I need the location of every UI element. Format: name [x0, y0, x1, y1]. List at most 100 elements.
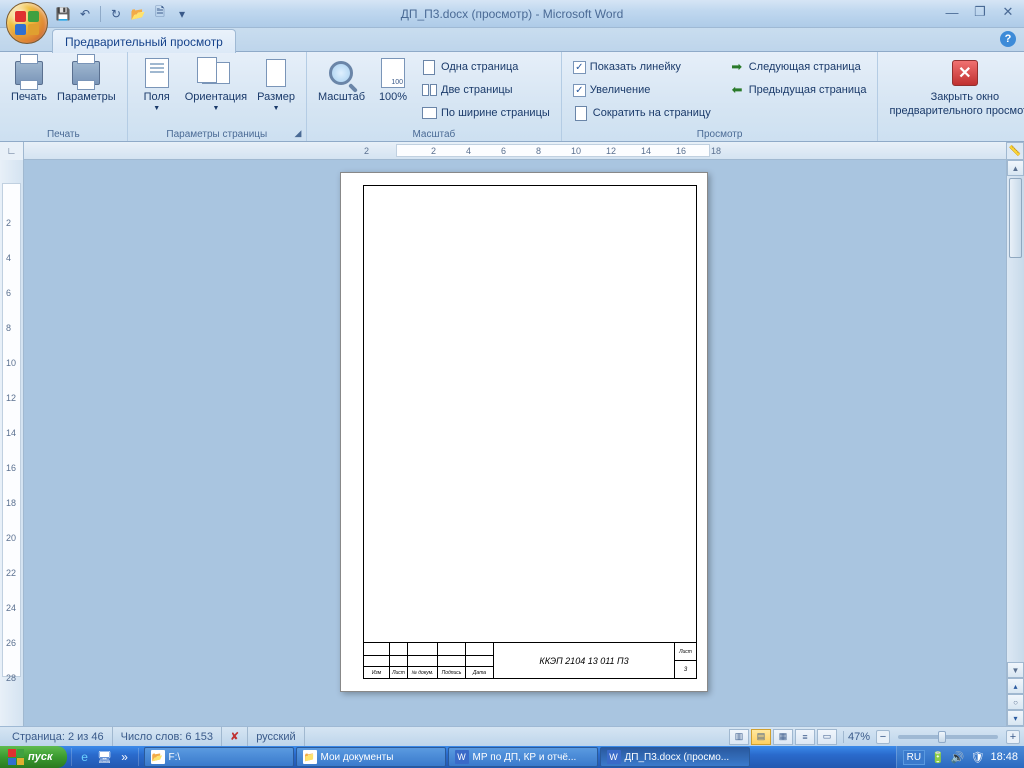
office-button[interactable]: [6, 2, 48, 44]
system-tray: RU 🔋 🔊 🛡 18:48: [896, 746, 1024, 768]
close-icon: ✕: [949, 57, 981, 89]
prev-page-nav-icon[interactable]: ▴: [1007, 678, 1024, 694]
scroll-down-button[interactable]: ▼: [1007, 662, 1024, 678]
two-pages-button[interactable]: Две страницы: [416, 79, 555, 101]
clock[interactable]: 18:48: [990, 751, 1018, 763]
zoom-button[interactable]: Масштаб: [313, 54, 370, 124]
taskbar-item[interactable]: 📂F:\: [144, 747, 294, 767]
group-close: ✕ Закрыть окно предварительного просмотр…: [878, 52, 1024, 141]
view-draft-button[interactable]: ▭: [817, 729, 837, 745]
orientation-button[interactable]: Ориентация ▼: [180, 54, 252, 124]
task-icon: 📁: [303, 750, 317, 764]
qat-customize-icon[interactable]: ▾: [173, 5, 191, 23]
show-ruler-checkbox[interactable]: ✓ Показать линейку: [568, 56, 716, 78]
status-language[interactable]: русский: [248, 727, 304, 746]
zoom-slider-thumb[interactable]: [938, 731, 946, 743]
tray-volume-icon[interactable]: 🔊: [951, 751, 965, 764]
dialog-launcher-icon[interactable]: ◢: [292, 127, 304, 139]
shrink-one-page-button[interactable]: Сократить на страницу: [568, 102, 716, 124]
close-button[interactable]: ✕: [998, 4, 1018, 20]
stamp-cell: Подпись: [438, 666, 466, 678]
minimize-button[interactable]: —: [942, 4, 962, 20]
start-button[interactable]: пуск: [0, 746, 67, 768]
scroll-thumb[interactable]: [1009, 178, 1022, 258]
qat-save-icon[interactable]: 💾: [54, 5, 72, 23]
tray-shield-icon[interactable]: 🛡: [971, 751, 985, 764]
two-pages-icon: [421, 82, 437, 98]
chevron-down-icon: ▼: [212, 105, 219, 112]
size-button[interactable]: Размер ▼: [252, 54, 300, 124]
prev-page-button[interactable]: ➡ Предыдущая страница: [724, 79, 872, 101]
close-label-1: Закрыть окно: [931, 91, 1000, 103]
one-page-icon: [421, 59, 437, 75]
qat-undo-icon[interactable]: ↶: [76, 5, 94, 23]
group-page-setup: Поля ▼ Ориентация ▼ Размер ▼ Параметры с…: [128, 52, 307, 141]
ql-desktop-icon[interactable]: 🖥: [96, 748, 114, 766]
scroll-up-button[interactable]: ▲: [1007, 160, 1024, 176]
status-proofing[interactable]: ✘: [222, 727, 248, 746]
ruler-tick: 12: [606, 146, 616, 156]
restore-button[interactable]: ❐: [970, 4, 990, 20]
vertical-scrollbar[interactable]: ▲ ▼ ▴ ○ ▾: [1006, 160, 1024, 726]
checkbox-checked-icon: ✓: [573, 61, 586, 74]
ruler-tick: 18: [711, 146, 721, 156]
ruler-tick: 16: [6, 463, 16, 473]
tab-selector[interactable]: ∟: [0, 142, 24, 160]
close-preview-button[interactable]: ✕ Закрыть окно предварительного просмотр…: [884, 54, 1024, 124]
ruler-toggle-button[interactable]: 📏: [1006, 142, 1024, 160]
printer-icon: [13, 57, 45, 89]
one-page-button[interactable]: Одна страница: [416, 56, 555, 78]
zoom-out-button[interactable]: −: [876, 730, 890, 744]
zoom-percent[interactable]: 47%: [843, 731, 874, 743]
qat-redo-icon[interactable]: ↻: [107, 5, 125, 23]
ruler-tick: 8: [536, 146, 541, 156]
horizontal-ruler[interactable]: 224681012141618: [24, 142, 1006, 159]
zoom-slider[interactable]: [898, 735, 998, 739]
task-icon: W: [607, 750, 621, 764]
page-width-icon: [421, 105, 437, 121]
language-indicator[interactable]: RU: [903, 750, 925, 765]
zoom-100-button[interactable]: 100 100%: [370, 54, 416, 124]
view-outline-button[interactable]: ≡: [795, 729, 815, 745]
title-bar: 💾 ↶ ↻ 📂 🗎 ▾ ДП_П3.docx (просмотр) - Micr…: [0, 0, 1024, 28]
status-words[interactable]: Число слов: 6 153: [113, 727, 222, 746]
tray-network-icon[interactable]: 🔋: [931, 751, 945, 764]
qat-open-icon[interactable]: 📂: [129, 5, 147, 23]
next-page-button[interactable]: ➡ Следующая страница: [724, 56, 872, 78]
view-print-layout-button[interactable]: ▥: [729, 729, 749, 745]
taskbar-item[interactable]: WМР по ДП, КР и отчё...: [448, 747, 598, 767]
page-width-button[interactable]: По ширине страницы: [416, 102, 555, 124]
vertical-ruler[interactable]: 246810121416182022242628: [0, 160, 24, 726]
page-canvas[interactable]: Изм Лист № докум. Подпись Дата ККЭП 2104…: [24, 160, 1006, 726]
print-button[interactable]: Печать: [6, 54, 52, 124]
ruler-tick: 2: [6, 218, 11, 228]
printer-gear-icon: [70, 57, 102, 89]
print-options-button[interactable]: Параметры: [52, 54, 121, 124]
ruler-tick: 22: [6, 568, 16, 578]
margins-label: Поля: [144, 91, 170, 103]
taskbar-item[interactable]: 📁Мои документы: [296, 747, 446, 767]
qat-new-icon[interactable]: 🗎: [151, 5, 169, 23]
margins-button[interactable]: Поля ▼: [134, 54, 180, 124]
prev-page-label: Предыдущая страница: [749, 84, 867, 96]
view-web-button[interactable]: ▦: [773, 729, 793, 745]
magnifier-checkbox[interactable]: ✓ Увеличение: [568, 79, 716, 101]
tab-print-preview[interactable]: Предварительный просмотр: [52, 29, 236, 53]
size-label: Размер: [257, 91, 295, 103]
help-button[interactable]: ?: [1000, 31, 1016, 47]
select-browse-object-icon[interactable]: ○: [1007, 694, 1024, 710]
ruler-tick: 12: [6, 393, 16, 403]
task-label: ДП_П3.docx (просмо...: [625, 752, 730, 763]
horizontal-ruler-strip: ∟ 224681012141618 📏: [0, 142, 1024, 160]
status-page[interactable]: Страница: 2 из 46: [4, 727, 113, 746]
zoom-in-button[interactable]: +: [1006, 730, 1020, 744]
ql-ie-icon[interactable]: e: [76, 748, 94, 766]
group-label-print: Печать: [0, 129, 127, 140]
next-page-nav-icon[interactable]: ▾: [1007, 710, 1024, 726]
view-fullscreen-button[interactable]: ▤: [751, 729, 771, 745]
ql-more-icon[interactable]: »: [116, 748, 134, 766]
ruler-tick: 4: [466, 146, 471, 156]
group-label-page: Параметры страницы: [128, 129, 306, 140]
taskbar-item[interactable]: W ДП_П3.docx (просмо...: [600, 747, 750, 767]
group-label-zoom: Масштаб: [307, 129, 561, 140]
